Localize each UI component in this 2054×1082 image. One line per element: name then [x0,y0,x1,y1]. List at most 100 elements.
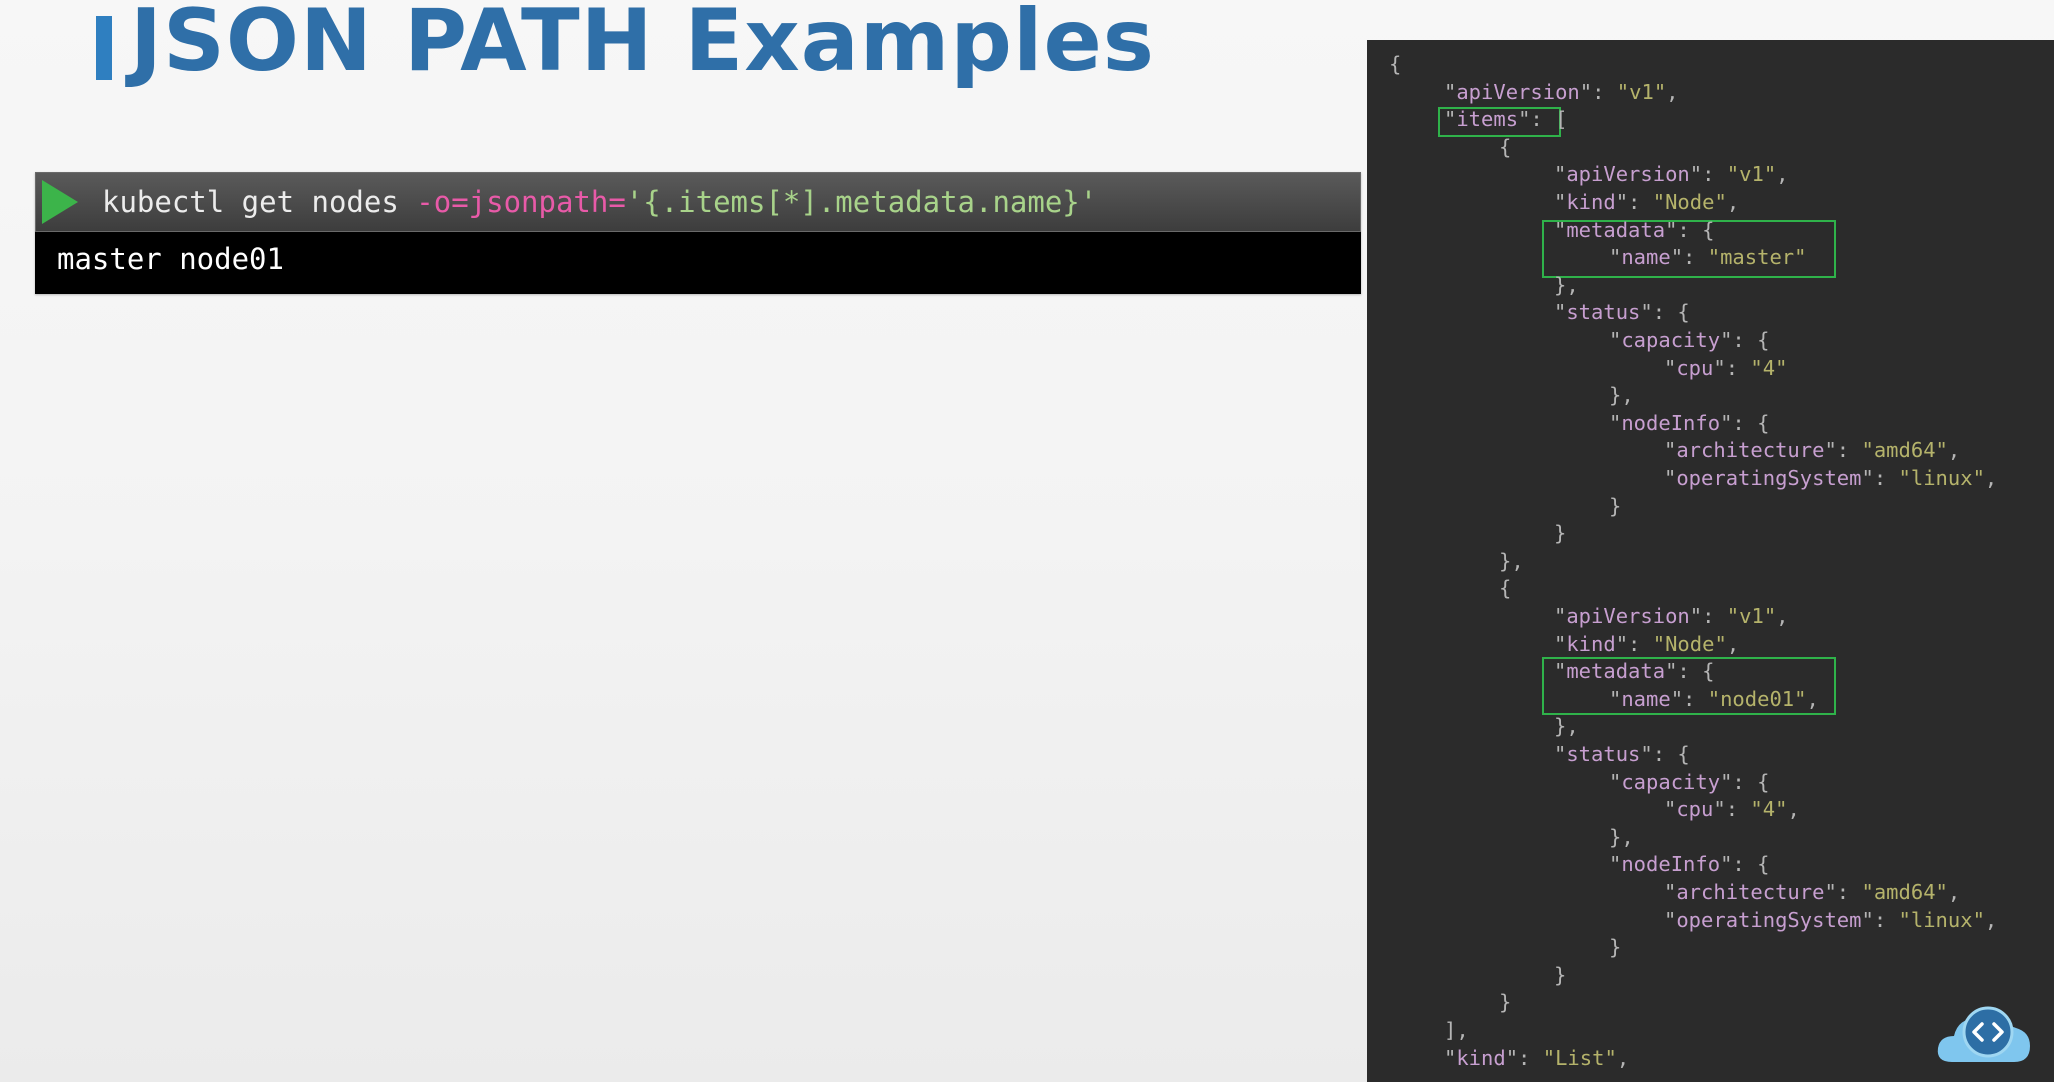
json-line: "kind": "Node", [1554,190,1740,214]
json-panel: {"apiVersion": "v1", "items": [{"apiVersi… [1367,40,2054,1082]
json-punct: } [1609,493,1622,518]
json-value: 4 [1762,355,1776,380]
json-key: architecture [1676,438,1825,463]
json-line: "items": [ [1444,107,1568,132]
json-trail: , [1947,880,1961,904]
json-line: "operatingSystem": "linux", [1664,466,1998,490]
json-punct: }, [1554,272,1579,297]
json-line: "cpu": "4", [1664,797,1800,822]
json-key: apiVersion [1566,162,1690,187]
json-line: "apiVersion": "v1", [1554,162,1789,187]
json-punct: { [1389,52,1402,76]
json-key: architecture [1676,880,1825,904]
json-line: "architecture": "amd64", [1664,880,1961,904]
json-line: { [1499,134,1511,161]
json-line: }, [1499,548,1524,575]
json-line: "status": { [1554,742,1690,766]
json-trail: { [1744,410,1770,435]
json-key: cpu [1676,797,1714,822]
json-key: metadata [1566,217,1666,242]
json-punct: } [1499,990,1512,1015]
json-value: master [1720,245,1795,270]
json-key: nodeInfo [1621,410,1721,435]
json-value: linux [1910,907,1973,932]
json-key: items [1456,107,1519,132]
json-line: { [1499,575,1511,602]
json-key: operatingSystem [1676,466,1862,490]
json-value: amd64 [1873,438,1936,463]
json-line: } [1499,989,1511,1016]
json-trail: { [1689,217,1715,242]
json-punct: { [1499,134,1512,159]
json-line: } [1554,520,1566,547]
json-punct: { [1499,576,1512,601]
json-line: }, [1554,713,1579,740]
json-line: "metadata": { [1554,217,1715,242]
json-line: "kind": "Node", [1554,631,1740,656]
json-key: name [1621,245,1671,270]
json-line: "architecture": "amd64", [1664,438,1961,463]
json-key: operatingSystem [1676,907,1862,932]
json-trail: , [1947,438,1961,463]
json-key: apiVersion [1566,604,1690,628]
json-key: name [1621,686,1671,711]
json-value: Node [1665,190,1715,214]
json-punct: }, [1609,824,1634,849]
json-trail: , [1726,631,1740,656]
json-value: amd64 [1873,880,1936,904]
json-value: node01 [1720,686,1795,711]
json-punct: } [1609,935,1622,960]
json-line: { [1389,51,1401,78]
json-value: List [1555,1045,1605,1070]
json-key: kind [1566,631,1616,656]
json-line: "apiVersion": "v1", [1444,79,1679,104]
json-value: linux [1910,466,1973,490]
json-line: "cpu": "4" [1664,355,1788,380]
json-trail: , [1666,79,1679,104]
json-punct: }, [1554,714,1579,739]
json-key: metadata [1566,659,1666,684]
json-line: }, [1609,824,1634,851]
json-line: "operatingSystem": "linux", [1664,907,1998,932]
json-trail: , [1984,907,1998,932]
json-key: nodeInfo [1621,852,1721,877]
json-key: status [1566,300,1641,325]
json-value: v1 [1739,162,1764,187]
json-line: ], [1444,1017,1469,1044]
json-key: kind [1566,190,1616,214]
title-text: JSON PATH Examples [130,0,1155,91]
play-icon [42,180,78,224]
command-flag: -o=jsonpath= [416,185,626,219]
json-punct: } [1554,521,1567,546]
json-trail: , [1776,604,1789,628]
command-line: kubectl get nodes -o=jsonpath='{.items[*… [35,172,1361,232]
json-line: } [1609,493,1621,520]
json-line: "capacity": { [1609,328,1770,352]
command-output: master node01 [57,242,284,276]
json-trail: { [1665,742,1690,766]
json-value: Node [1665,631,1715,656]
json-line: "nodeInfo": { [1609,852,1770,877]
json-trail: , [1787,797,1800,822]
json-line: } [1554,962,1566,989]
json-key: capacity [1621,769,1721,794]
json-line: "name": "node01", [1609,686,1819,711]
json-punct: }, [1609,383,1634,408]
json-trail: { [1744,852,1770,877]
json-trail: , [1776,162,1789,187]
json-line: "nodeInfo": { [1609,410,1770,435]
json-trail: , [1984,466,1998,490]
json-trail: , [1616,1045,1630,1070]
json-trail: { [1744,328,1770,352]
command-arg: '{.items[*].metadata.name}' [625,185,1098,219]
command-text: kubectl get nodes -o=jsonpath='{.items[*… [102,185,1097,219]
json-line: }, [1554,272,1579,299]
json-trail: { [1689,659,1715,684]
json-value: v1 [1629,79,1654,104]
json-punct: }, [1499,548,1524,573]
command-base: kubectl get nodes [102,185,417,219]
json-line: "name": "master" [1609,245,1807,270]
json-trail: { [1744,769,1770,794]
json-trail: [ [1542,107,1568,132]
json-key: kind [1456,1045,1506,1070]
